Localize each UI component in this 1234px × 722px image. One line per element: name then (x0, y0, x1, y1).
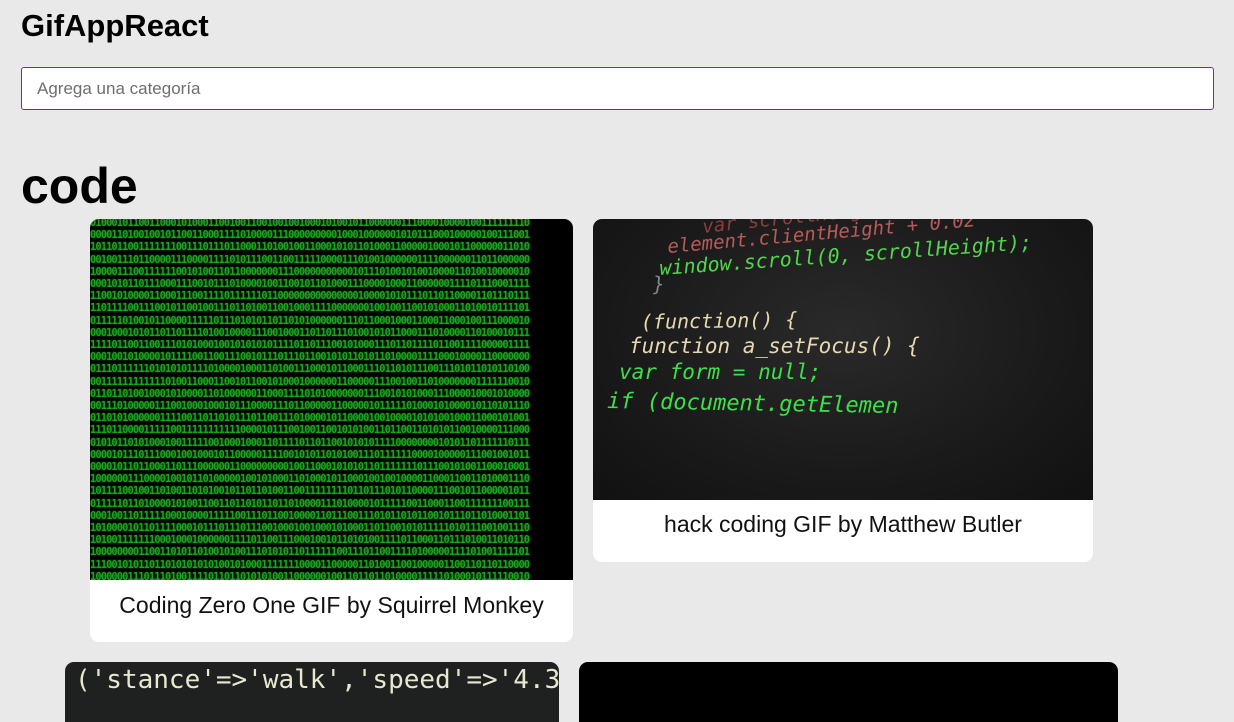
gif-title: hack coding GIF by Matthew Butler (664, 511, 1022, 537)
app-title: GifAppReact (21, 8, 209, 43)
code-line: function a_setFocus() { (629, 334, 920, 358)
gif-card[interactable] (579, 662, 1118, 722)
code-line: if (document.getElemen (607, 389, 899, 419)
gif-card[interactable]: var scrollHeight = + 0.02 * wi element.c… (593, 219, 1093, 562)
code-line: var form = null; (619, 360, 821, 384)
gif-card[interactable]: 0100010110011000101000110010011001001001… (90, 219, 573, 642)
gif-card[interactable]: ('stance'=>'walk','speed'=>'4.3 (65, 662, 559, 722)
binary-matrix-animation: 0100010110011000101000110010011001001001… (90, 219, 530, 580)
gif-title: Coding Zero One GIF by Squirrel Monkey (119, 592, 544, 618)
gif-image: 0100010110011000101000110010011001001001… (90, 219, 573, 580)
gif-code-text: ('stance'=>'walk','speed'=>'4.3 (75, 665, 559, 695)
code-screen-graphic: var scrollHeight = + 0.02 * wi element.c… (607, 219, 1045, 419)
code-line: (function() { (641, 307, 798, 334)
code-line: } (651, 271, 665, 296)
category-title: code (21, 158, 138, 214)
category-search-input[interactable] (21, 67, 1214, 110)
gif-image: var scrollHeight = + 0.02 * wi element.c… (593, 219, 1093, 500)
